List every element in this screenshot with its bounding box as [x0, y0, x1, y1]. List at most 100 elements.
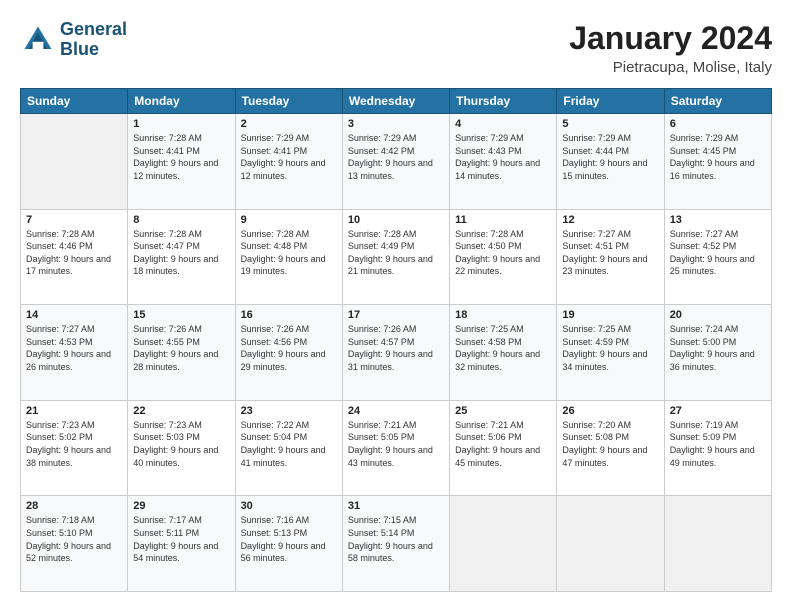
calendar-cell-w0-d2: 2Sunrise: 7:29 AMSunset: 4:41 PMDaylight…: [235, 114, 342, 210]
day-info: Sunrise: 7:29 AMSunset: 4:44 PMDaylight:…: [562, 132, 658, 182]
day-info: Sunrise: 7:26 AMSunset: 4:56 PMDaylight:…: [241, 323, 337, 373]
header-friday: Friday: [557, 89, 664, 114]
week-row-4: 28 Sunrise: 7:18 AMSunset: 5:10 PMDayligh…: [21, 496, 772, 592]
day-number: 30: [241, 500, 337, 512]
calendar-cell-w3-d4: 25Sunrise: 7:21 AMSunset: 5:06 PMDayligh…: [450, 400, 557, 496]
day-info: Sunrise: 7:25 AMSunset: 4:58 PMDaylight:…: [455, 323, 551, 373]
day-info: Sunrise: 7:28 AMSunset: 4:47 PMDaylight:…: [133, 228, 229, 278]
week-row-2: 14 Sunrise: 7:27 AMSunset: 4:53 PMDayligh…: [21, 305, 772, 401]
calendar-cell-w1-d1: 8 Sunrise: 7:28 AMSunset: 4:47 PMDaylight…: [128, 209, 235, 305]
day-number: 7: [26, 214, 122, 226]
calendar-cell-w3-d5: 26 Sunrise: 7:20 AMSunset: 5:08 PMDayligh…: [557, 400, 664, 496]
day-info: Sunrise: 7:28 AMSunset: 4:49 PMDaylight:…: [348, 228, 444, 278]
day-number: 20: [670, 309, 766, 321]
day-info: Sunrise: 7:29 AMSunset: 4:45 PMDaylight:…: [670, 132, 766, 182]
day-number: 3: [348, 118, 444, 130]
calendar-cell-w0-d3: 3 Sunrise: 7:29 AMSunset: 4:42 PMDaylight…: [342, 114, 449, 210]
calendar-cell-w0-d4: 4 Sunrise: 7:29 AMSunset: 4:43 PMDaylight…: [450, 114, 557, 210]
day-number: 9: [241, 214, 337, 226]
day-info: Sunrise: 7:28 AMSunset: 4:50 PMDaylight:…: [455, 228, 551, 278]
day-info: Sunrise: 7:29 AMSunset: 4:41 PMDaylight:…: [241, 132, 337, 182]
calendar-cell-w1-d0: 7 Sunrise: 7:28 AMSunset: 4:46 PMDaylight…: [21, 209, 128, 305]
calendar-cell-w3-d3: 24 Sunrise: 7:21 AMSunset: 5:05 PMDayligh…: [342, 400, 449, 496]
calendar-cell-w2-d4: 18Sunrise: 7:25 AMSunset: 4:58 PMDayligh…: [450, 305, 557, 401]
day-info: Sunrise: 7:21 AMSunset: 5:06 PMDaylight:…: [455, 419, 551, 469]
calendar-cell-w4-d5: [557, 496, 664, 592]
calendar-cell-w3-d0: 21Sunrise: 7:23 AMSunset: 5:02 PMDayligh…: [21, 400, 128, 496]
calendar-cell-w1-d5: 12 Sunrise: 7:27 AMSunset: 4:51 PMDayligh…: [557, 209, 664, 305]
calendar-cell-w4-d2: 30 Sunrise: 7:16 AMSunset: 5:13 PMDayligh…: [235, 496, 342, 592]
calendar-cell-w4-d3: 31Sunrise: 7:15 AMSunset: 5:14 PMDayligh…: [342, 496, 449, 592]
calendar-cell-w4-d6: [664, 496, 771, 592]
day-number: 8: [133, 214, 229, 226]
day-number: 4: [455, 118, 551, 130]
day-number: 27: [670, 405, 766, 417]
day-number: 10: [348, 214, 444, 226]
calendar-cell-w2-d6: 20 Sunrise: 7:24 AMSunset: 5:00 PMDayligh…: [664, 305, 771, 401]
calendar-cell-w1-d3: 10 Sunrise: 7:28 AMSunset: 4:49 PMDayligh…: [342, 209, 449, 305]
day-info: Sunrise: 7:16 AMSunset: 5:13 PMDaylight:…: [241, 514, 337, 564]
calendar-cell-w2-d1: 15 Sunrise: 7:26 AMSunset: 4:55 PMDayligh…: [128, 305, 235, 401]
day-info: Sunrise: 7:28 AMSunset: 4:48 PMDaylight:…: [241, 228, 337, 278]
day-number: 13: [670, 214, 766, 226]
day-info: Sunrise: 7:26 AMSunset: 4:55 PMDaylight:…: [133, 323, 229, 373]
weekday-header-row: Sunday Monday Tuesday Wednesday Thursday…: [21, 89, 772, 114]
day-info: Sunrise: 7:21 AMSunset: 5:05 PMDaylight:…: [348, 419, 444, 469]
day-info: Sunrise: 7:20 AMSunset: 5:08 PMDaylight:…: [562, 419, 658, 469]
month-title: January 2024: [569, 20, 772, 57]
day-number: 17: [348, 309, 444, 321]
day-info: Sunrise: 7:26 AMSunset: 4:57 PMDaylight:…: [348, 323, 444, 373]
day-info: Sunrise: 7:17 AMSunset: 5:11 PMDaylight:…: [133, 514, 229, 564]
calendar-cell-w1-d2: 9 Sunrise: 7:28 AMSunset: 4:48 PMDaylight…: [235, 209, 342, 305]
calendar-cell-w2-d5: 19Sunrise: 7:25 AMSunset: 4:59 PMDayligh…: [557, 305, 664, 401]
day-number: 12: [562, 214, 658, 226]
logo-text: General Blue: [60, 20, 127, 60]
calendar-cell-w0-d5: 5Sunrise: 7:29 AMSunset: 4:44 PMDaylight…: [557, 114, 664, 210]
header-monday: Monday: [128, 89, 235, 114]
calendar-cell-w0-d6: 6 Sunrise: 7:29 AMSunset: 4:45 PMDaylight…: [664, 114, 771, 210]
day-info: Sunrise: 7:27 AMSunset: 4:53 PMDaylight:…: [26, 323, 122, 373]
day-number: 15: [133, 309, 229, 321]
calendar-cell-w1-d4: 11 Sunrise: 7:28 AMSunset: 4:50 PMDayligh…: [450, 209, 557, 305]
week-row-3: 21Sunrise: 7:23 AMSunset: 5:02 PMDayligh…: [21, 400, 772, 496]
calendar-cell-w1-d6: 13 Sunrise: 7:27 AMSunset: 4:52 PMDayligh…: [664, 209, 771, 305]
day-number: 16: [241, 309, 337, 321]
day-number: 14: [26, 309, 122, 321]
day-info: Sunrise: 7:22 AMSunset: 5:04 PMDaylight:…: [241, 419, 337, 469]
header-thursday: Thursday: [450, 89, 557, 114]
day-number: 22: [133, 405, 229, 417]
day-number: 29: [133, 500, 229, 512]
header-saturday: Saturday: [664, 89, 771, 114]
header: General Blue January 2024 Pietracupa, Mo…: [20, 20, 772, 76]
calendar-cell-w3-d1: 22 Sunrise: 7:23 AMSunset: 5:03 PMDayligh…: [128, 400, 235, 496]
week-row-0: 1 Sunrise: 7:28 AMSunset: 4:41 PMDaylight…: [21, 114, 772, 210]
day-number: 6: [670, 118, 766, 130]
day-info: Sunrise: 7:19 AMSunset: 5:09 PMDaylight:…: [670, 419, 766, 469]
header-wednesday: Wednesday: [342, 89, 449, 114]
day-info: Sunrise: 7:23 AMSunset: 5:02 PMDaylight:…: [26, 419, 122, 469]
week-row-1: 7 Sunrise: 7:28 AMSunset: 4:46 PMDaylight…: [21, 209, 772, 305]
calendar-cell-w3-d6: 27 Sunrise: 7:19 AMSunset: 5:09 PMDayligh…: [664, 400, 771, 496]
day-info: Sunrise: 7:29 AMSunset: 4:43 PMDaylight:…: [455, 132, 551, 182]
day-info: Sunrise: 7:27 AMSunset: 4:51 PMDaylight:…: [562, 228, 658, 278]
calendar-cell-w3-d2: 23 Sunrise: 7:22 AMSunset: 5:04 PMDayligh…: [235, 400, 342, 496]
day-info: Sunrise: 7:28 AMSunset: 4:46 PMDaylight:…: [26, 228, 122, 278]
day-info: Sunrise: 7:23 AMSunset: 5:03 PMDaylight:…: [133, 419, 229, 469]
day-info: Sunrise: 7:18 AMSunset: 5:10 PMDaylight:…: [26, 514, 122, 564]
header-tuesday: Tuesday: [235, 89, 342, 114]
calendar-cell-w0-d1: 1 Sunrise: 7:28 AMSunset: 4:41 PMDaylight…: [128, 114, 235, 210]
day-info: Sunrise: 7:29 AMSunset: 4:42 PMDaylight:…: [348, 132, 444, 182]
location: Pietracupa, Molise, Italy: [569, 59, 772, 76]
day-info: Sunrise: 7:27 AMSunset: 4:52 PMDaylight:…: [670, 228, 766, 278]
day-info: Sunrise: 7:24 AMSunset: 5:00 PMDaylight:…: [670, 323, 766, 373]
day-number: 26: [562, 405, 658, 417]
day-number: 28: [26, 500, 122, 512]
day-info: Sunrise: 7:28 AMSunset: 4:41 PMDaylight:…: [133, 132, 229, 182]
day-number: 11: [455, 214, 551, 226]
calendar-cell-w2-d0: 14 Sunrise: 7:27 AMSunset: 4:53 PMDayligh…: [21, 305, 128, 401]
day-number: 1: [133, 118, 229, 130]
day-number: 23: [241, 405, 337, 417]
day-number: 24: [348, 405, 444, 417]
page: General Blue January 2024 Pietracupa, Mo…: [0, 0, 792, 612]
calendar-cell-w4-d4: [450, 496, 557, 592]
